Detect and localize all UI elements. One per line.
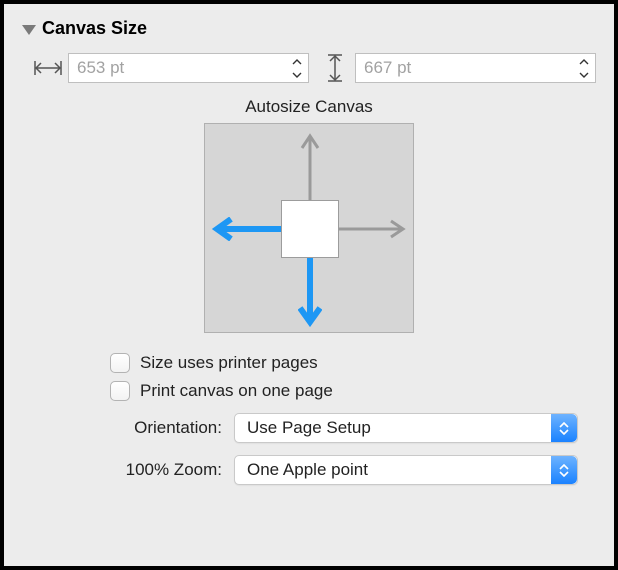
size-row — [34, 53, 596, 83]
zoom-value: One Apple point — [247, 460, 368, 480]
autosize-center[interactable] — [281, 200, 339, 258]
orientation-row: Orientation: Use Page Setup — [22, 413, 596, 443]
printer-pages-label: Size uses printer pages — [140, 353, 318, 373]
zoom-select[interactable]: One Apple point — [234, 455, 578, 485]
width-field-wrap — [68, 53, 309, 83]
zoom-row: 100% Zoom: One Apple point — [22, 455, 596, 485]
height-stepper[interactable] — [574, 55, 594, 81]
autosize-control[interactable] — [204, 123, 414, 333]
width-icon — [34, 54, 62, 82]
autosize-label: Autosize Canvas — [22, 97, 596, 117]
one-page-checkbox[interactable] — [110, 381, 130, 401]
select-arrows-icon — [551, 414, 577, 442]
printer-pages-row: Size uses printer pages — [110, 353, 596, 373]
select-arrows-icon — [551, 456, 577, 484]
orientation-value: Use Page Setup — [247, 418, 371, 438]
stepper-up-icon[interactable] — [574, 56, 594, 68]
stepper-up-icon[interactable] — [287, 56, 307, 68]
height-icon — [321, 54, 349, 82]
section-header[interactable]: Canvas Size — [22, 18, 596, 39]
stepper-down-icon[interactable] — [574, 69, 594, 81]
disclosure-triangle-icon[interactable] — [22, 25, 36, 35]
section-title: Canvas Size — [42, 18, 147, 39]
arrow-left-icon[interactable] — [211, 217, 285, 241]
height-field-wrap — [355, 53, 596, 83]
one-page-row: Print canvas on one page — [110, 381, 596, 401]
arrow-up-icon[interactable] — [300, 132, 320, 202]
width-input[interactable] — [68, 53, 309, 83]
one-page-label: Print canvas on one page — [140, 381, 333, 401]
height-input[interactable] — [355, 53, 596, 83]
arrow-right-icon[interactable] — [337, 219, 407, 239]
width-stepper[interactable] — [287, 55, 307, 81]
canvas-size-panel: Canvas Size — [4, 4, 614, 566]
zoom-label: 100% Zoom: — [22, 460, 234, 480]
orientation-select[interactable]: Use Page Setup — [234, 413, 578, 443]
stepper-down-icon[interactable] — [287, 69, 307, 81]
orientation-label: Orientation: — [22, 418, 234, 438]
arrow-down-icon[interactable] — [298, 254, 322, 328]
printer-pages-checkbox[interactable] — [110, 353, 130, 373]
